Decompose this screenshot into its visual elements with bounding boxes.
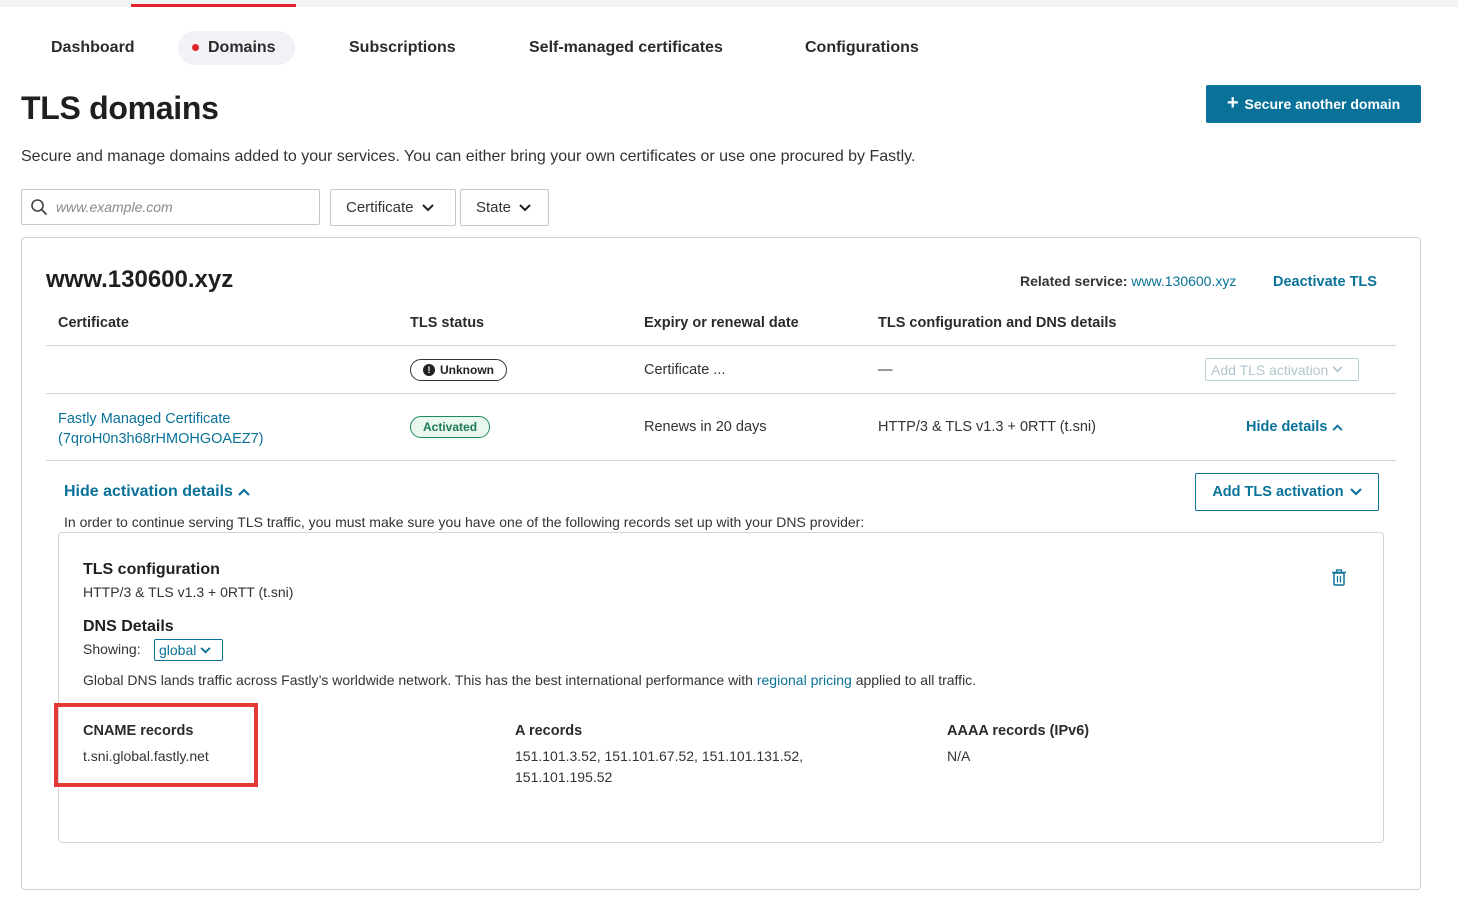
dns-description: Global DNS lands traffic across Fastly’s…	[83, 672, 977, 688]
column-header-config: TLS configuration and DNS details	[878, 315, 1117, 331]
row1-expiry: Certificate ...	[644, 362, 726, 378]
status-badge-activated: Activated	[410, 416, 491, 438]
column-header-certificate: Certificate	[58, 315, 129, 331]
showing-label: Showing:	[83, 641, 141, 657]
hide-activation-details-link[interactable]: Hide activation details	[64, 483, 250, 501]
search-input[interactable]	[54, 198, 294, 216]
aaaa-records-heading: AAAA records (IPv6)	[947, 723, 1090, 739]
chevron-down-icon	[1349, 488, 1362, 496]
certificate-filter-dropdown[interactable]: Certificate	[330, 189, 456, 226]
chevron-down-icon	[519, 203, 531, 211]
search-icon	[31, 199, 47, 215]
tab-subscriptions[interactable]: Subscriptions	[330, 31, 475, 65]
deactivate-tls-link[interactable]: Deactivate TLS	[1273, 274, 1377, 290]
tls-configuration-heading: TLS configuration	[83, 561, 220, 578]
state-filter-dropdown[interactable]: State	[460, 189, 549, 226]
top-accent-bar	[131, 4, 296, 7]
secure-another-domain-button[interactable]: + Secure another domain	[1206, 85, 1421, 123]
row2-config: HTTP/3 & TLS v1.3 + 0RTT (t.sni)	[878, 419, 1096, 435]
search-box[interactable]	[21, 189, 320, 225]
active-dot-icon	[192, 44, 199, 51]
chevron-up-icon	[1332, 423, 1343, 431]
chevron-down-icon	[421, 203, 434, 211]
info-icon: !	[423, 364, 435, 376]
status-badge-unknown: ! Unknown	[410, 359, 507, 381]
row2-expiry: Renews in 20 days	[644, 419, 767, 435]
cname-highlight-box	[54, 703, 258, 787]
column-header-tls-status: TLS status	[410, 315, 485, 331]
a-records-heading: A records	[515, 723, 583, 739]
divider	[46, 460, 1396, 461]
page-subtitle: Secure and manage domains added to your …	[21, 148, 916, 165]
page-title: TLS domains	[21, 90, 219, 126]
certificate-link[interactable]: Fastly Managed Certificate (7qroH0n3h68r…	[58, 409, 264, 449]
hide-details-link[interactable]: Hide details	[1246, 419, 1343, 435]
tab-dashboard[interactable]: Dashboard	[32, 31, 154, 65]
row1-config: —	[878, 362, 893, 378]
dns-instruction-note: In order to continue serving TLS traffic…	[64, 514, 865, 530]
divider	[46, 393, 1396, 394]
add-tls-activation-button[interactable]: Add TLS activation	[1195, 473, 1379, 511]
trash-icon[interactable]	[1331, 569, 1347, 586]
chevron-down-icon	[200, 646, 211, 654]
related-service: Related service: www.130600.xyz	[1020, 273, 1237, 289]
tab-self-managed-certificates[interactable]: Self-managed certificates	[510, 31, 742, 65]
dns-details-heading: DNS Details	[83, 618, 174, 635]
column-header-expiry: Expiry or renewal date	[644, 315, 799, 331]
divider	[46, 345, 1396, 346]
aaaa-records-value: N/A	[947, 748, 971, 764]
chevron-up-icon	[238, 488, 250, 496]
domain-name: www.130600.xyz	[46, 266, 234, 293]
regional-pricing-link[interactable]: regional pricing	[757, 672, 852, 688]
plus-icon: +	[1226, 92, 1239, 114]
tab-configurations[interactable]: Configurations	[786, 31, 938, 65]
tls-configuration-value: HTTP/3 & TLS v1.3 + 0RTT (t.sni)	[83, 584, 294, 600]
add-tls-activation-select-disabled: Add TLS activation	[1205, 358, 1359, 381]
chevron-down-icon	[1332, 366, 1343, 373]
related-service-link[interactable]: www.130600.xyz	[1131, 273, 1236, 289]
dns-region-select[interactable]: global	[154, 639, 223, 661]
a-records-value: 151.101.3.52, 151.101.67.52, 151.101.131…	[515, 748, 804, 785]
tab-domains[interactable]: Domains	[178, 31, 295, 65]
